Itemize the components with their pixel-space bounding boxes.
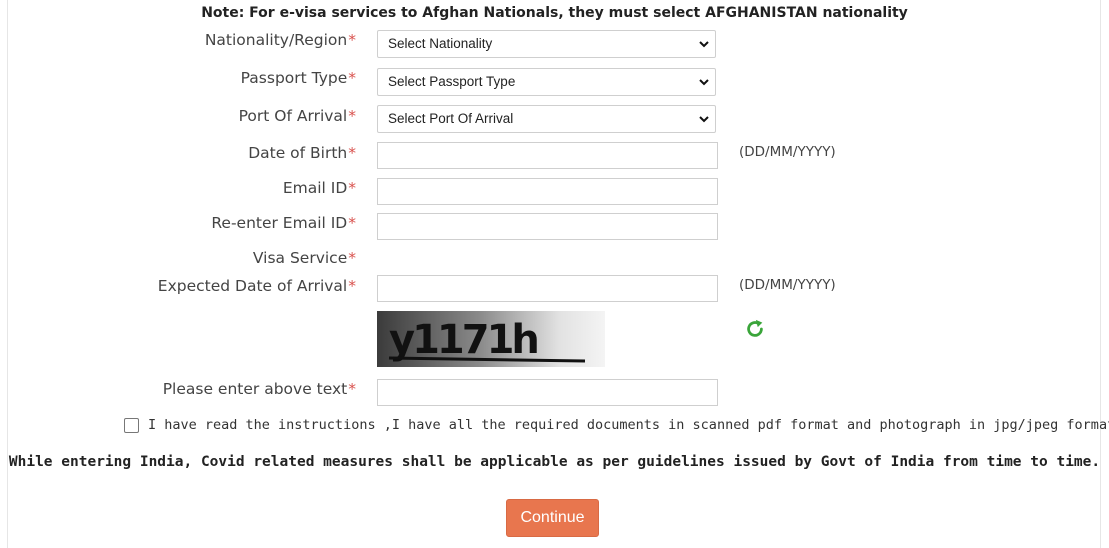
captcha-image: y1171h (377, 311, 605, 367)
passport-type-select-value: Select Passport Type (388, 74, 516, 89)
afghan-note: Note: For e-visa services to Afghan Nati… (201, 5, 908, 21)
passport-type-label: Passport Type* (240, 69, 356, 87)
passport-type-select[interactable]: Select Passport Type (377, 68, 716, 96)
captcha-input-label: Please enter above text* (162, 380, 356, 398)
date-of-birth-label: Date of Birth* (248, 144, 356, 162)
port-of-arrival-label: Port Of Arrival* (238, 107, 356, 125)
expected-arrival-label: Expected Date of Arrival* (157, 277, 356, 295)
expected-arrival-format-hint: (DD/MM/YYYY) (739, 277, 836, 293)
expected-arrival-input[interactable] (377, 275, 718, 302)
visa-service-label: Visa Service* (252, 249, 356, 267)
reenter-email-input[interactable] (377, 213, 718, 240)
agreement-text: I have read the instructions ,I have all… (148, 417, 1109, 433)
email-input[interactable] (377, 178, 718, 205)
agreement-checkbox[interactable] (124, 418, 139, 433)
port-of-arrival-select-value: Select Port Of Arrival (388, 111, 514, 126)
continue-button[interactable]: Continue (506, 499, 599, 537)
nationality-select[interactable]: Select Nationality (377, 30, 716, 58)
date-of-birth-input[interactable] (377, 142, 718, 169)
nationality-label: Nationality/Region* (204, 31, 356, 49)
chevron-down-icon (699, 116, 709, 123)
captcha-input[interactable] (377, 379, 718, 406)
email-label: Email ID* (282, 179, 356, 197)
reenter-email-label: Re-enter Email ID* (211, 214, 356, 232)
captcha-text: y1171h (389, 317, 537, 363)
chevron-down-icon (699, 41, 709, 48)
nationality-select-value: Select Nationality (388, 36, 493, 51)
port-of-arrival-select[interactable]: Select Port Of Arrival (377, 105, 716, 133)
date-of-birth-format-hint: (DD/MM/YYYY) (739, 144, 836, 160)
refresh-icon[interactable] (744, 318, 766, 340)
covid-notice: While entering India, Covid related meas… (8, 454, 1101, 470)
chevron-down-icon (699, 79, 709, 86)
